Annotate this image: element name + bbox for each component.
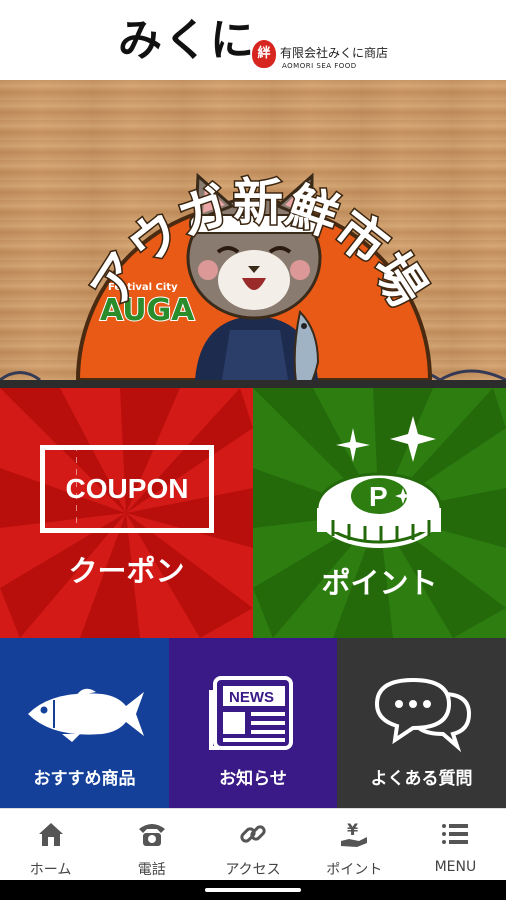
recommend-tile[interactable]: おすすめ商品 [0,638,169,808]
brand-logo: みくに [118,15,256,66]
company-name: 有限会社みくに商店 [280,46,389,60]
point-tile[interactable]: P ポイント [253,388,506,638]
phone-icon [138,824,165,846]
nav-access[interactable]: アクセス [202,809,303,880]
nav-menu-label: MENU [434,859,477,875]
coupon-label: クーポン [68,554,185,588]
link-icon [240,825,266,843]
app-header: みくに 絆 有限会社みくに商店 AOMORI SEA FOOD [0,0,506,80]
nav-point[interactable]: ¥ ポイント [304,809,405,880]
faq-tile[interactable]: よくある質問 [337,638,506,808]
news-badge-text: NEWS [229,689,274,706]
nav-point-label: ポイント [326,862,383,878]
news-label: お知らせ [219,769,287,789]
nav-phone[interactable]: 電話 [101,809,202,880]
nav-home-label: ホーム [29,862,72,878]
home-icon [38,823,63,846]
chat-bubbles-icon [374,677,472,753]
home-indicator[interactable] [205,888,301,892]
recommend-label: おすすめ商品 [33,769,136,789]
news-tile[interactable]: NEWS お知らせ [169,638,337,808]
banner-board [0,380,506,388]
hero-banner[interactable]: Festival City AUGA アウガ新鮮市場 [0,80,506,388]
yen-hand-icon: ¥ [341,820,368,847]
fish-icon [28,688,144,742]
point-label: ポイント [321,566,438,600]
nav-menu[interactable]: MENU [405,809,506,880]
nav-access-label: アクセス [225,862,281,878]
coupon-badge: COUPON [40,445,214,533]
newspaper-icon: NEWS [209,676,293,750]
brand-seal: 絆 [252,40,276,68]
coupon-tile[interactable]: COUPON クーポン [0,388,253,638]
coupon-badge-text: COUPON [65,473,189,504]
company-subtitle: AOMORI SEA FOOD [282,62,357,70]
point-p-badge: P [369,481,388,512]
nav-phone-label: 電話 [137,862,166,878]
menu-icon [442,824,469,844]
svg-text:¥: ¥ [347,820,358,839]
faq-label: よくある質問 [370,769,473,789]
bottom-navigation: ホーム 電話 アクセス ¥ ポイント MENU [0,808,506,880]
nav-home[interactable]: ホーム [0,809,101,880]
banner-illustration: Festival City AUGA アウガ新鮮市場 [0,172,506,388]
